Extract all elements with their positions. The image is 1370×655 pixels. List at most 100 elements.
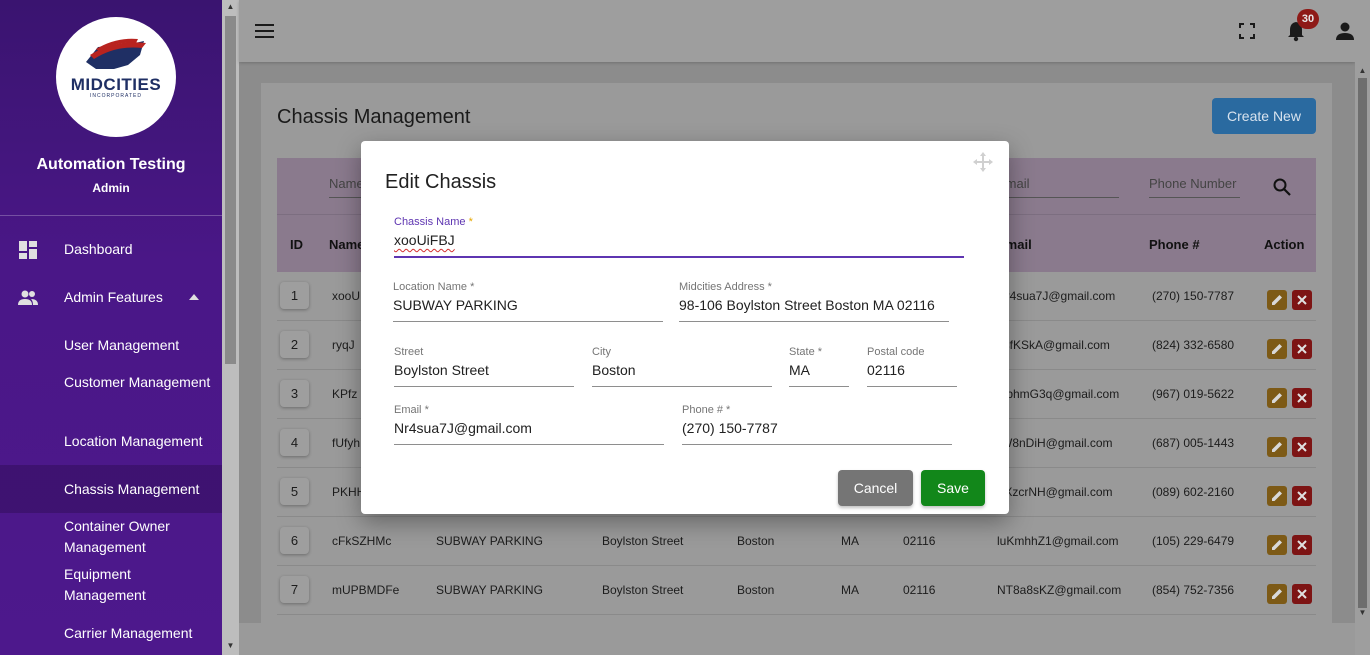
row-id[interactable]: 1 <box>280 282 309 309</box>
phone-field[interactable]: Phone # * (270) 150-7787 <box>682 404 952 445</box>
delete-button[interactable] <box>1292 339 1312 359</box>
sidebar-item-carrier-management[interactable]: Carrier Management <box>64 623 214 644</box>
sidebar-item-location-management[interactable]: Location Management <box>64 431 214 452</box>
table-row: 7 mUPBMDFe SUBWAY PARKING Boylston Street Bo… <box>277 566 1316 615</box>
cell-name: fUfyh <box>332 436 361 450</box>
scroll-thumb[interactable] <box>1358 78 1367 608</box>
cell-city: Boston <box>737 583 775 597</box>
dialog-title: Edit Chassis <box>385 171 497 193</box>
delete-button[interactable] <box>1292 584 1312 604</box>
scroll-down-arrow[interactable]: ▼ <box>1355 606 1370 620</box>
create-new-button[interactable]: Create New <box>1212 98 1316 134</box>
sidebar-item-equipment-management[interactable]: Equipment Management <box>64 564 214 606</box>
edit-button[interactable] <box>1267 339 1287 359</box>
postal-code-label: Postal code <box>867 346 925 358</box>
edit-button[interactable] <box>1267 584 1287 604</box>
required-mark: * <box>424 404 429 416</box>
midcities-address-field[interactable]: Midcities Address * 98-106 Boylston Stre… <box>679 281 949 322</box>
sidebar-item-container-owner-management[interactable]: Container Owner Management <box>64 516 214 558</box>
required-mark: * <box>470 281 475 293</box>
scroll-down-arrow[interactable]: ▼ <box>222 639 239 653</box>
row-id[interactable]: 4 <box>280 429 309 456</box>
email-filter-input[interactable]: Email <box>997 176 1119 198</box>
cell-location: SUBWAY PARKING <box>436 534 543 548</box>
chassis-name-value: xooUiFBJ <box>394 232 455 248</box>
chassis-name-label: Chassis Name <box>394 216 466 228</box>
close-icon <box>1297 344 1307 354</box>
cell-name: xooU <box>332 289 361 303</box>
email-label: Email <box>394 404 422 416</box>
phone-value: (270) 150-7787 <box>682 420 778 436</box>
caret-up-icon <box>189 294 199 300</box>
main-scrollbar[interactable]: ▲ ▼ <box>1355 0 1370 655</box>
cell-email: Nr4sua7J@gmail.com <box>997 289 1116 303</box>
close-icon <box>1297 540 1307 550</box>
header-name: Name <box>329 237 365 252</box>
search-icon[interactable] <box>1273 178 1291 196</box>
required-mark: * <box>468 216 473 228</box>
close-icon <box>1297 393 1307 403</box>
delete-button[interactable] <box>1292 290 1312 310</box>
cell-email: luKmhhZ1@gmail.com <box>997 534 1119 548</box>
menu-icon[interactable] <box>255 23 275 39</box>
cell-name: ryqJ <box>332 338 355 352</box>
street-field[interactable]: Street Boylston Street <box>394 346 574 387</box>
sidebar-item-admin-features[interactable]: Admin Features <box>0 288 222 308</box>
row-id[interactable]: 2 <box>280 331 309 358</box>
sidebar-item-customer-management[interactable]: Customer Management <box>64 372 214 393</box>
city-field[interactable]: City Boston <box>592 346 772 387</box>
edit-button[interactable] <box>1267 535 1287 555</box>
sidebar-scrollbar[interactable]: ▲ ▼ <box>222 0 239 655</box>
account-icon[interactable] <box>1335 21 1355 41</box>
sidebar-divider <box>0 215 222 216</box>
row-id[interactable]: 6 <box>280 527 309 554</box>
cell-phone: (824) 332-6580 <box>1152 338 1235 352</box>
edit-button[interactable] <box>1267 437 1287 457</box>
delete-button[interactable] <box>1292 486 1312 506</box>
people-icon <box>18 290 38 305</box>
chassis-name-field[interactable]: Chassis Name * xooUiFBJ <box>394 216 964 258</box>
delete-button[interactable] <box>1292 437 1312 457</box>
sidebar-item-user-management[interactable]: User Management <box>64 335 214 356</box>
sidebar-item-chassis-management[interactable]: Chassis Management <box>64 479 214 500</box>
top-bar <box>239 0 1355 62</box>
cancel-button[interactable]: Cancel <box>838 470 913 506</box>
pencil-icon <box>1272 295 1282 305</box>
pencil-icon <box>1272 491 1282 501</box>
sidebar-item-dashboard[interactable]: Dashboard <box>0 240 222 260</box>
scroll-up-arrow[interactable]: ▲ <box>1355 64 1370 78</box>
row-id[interactable]: 5 <box>280 478 309 505</box>
cell-phone: (270) 150-7787 <box>1152 289 1235 303</box>
cell-name: KPfz <box>332 387 358 401</box>
email-field[interactable]: Email * Nr4sua7J@gmail.com <box>394 404 664 445</box>
edit-button[interactable] <box>1267 388 1287 408</box>
phone-filter-input[interactable]: Phone Number <box>1149 176 1240 198</box>
row-id[interactable]: 3 <box>280 380 309 407</box>
required-mark: * <box>767 281 772 293</box>
cell-email: NT8a8sKZ@gmail.com <box>997 583 1122 597</box>
postal-code-value: 02116 <box>867 362 905 378</box>
scroll-up-arrow[interactable]: ▲ <box>222 0 239 14</box>
fullscreen-icon[interactable] <box>1239 23 1255 39</box>
move-icon[interactable] <box>972 151 994 173</box>
scroll-thumb[interactable] <box>225 16 236 364</box>
save-button[interactable]: Save <box>921 470 985 506</box>
postal-code-field[interactable]: Postal code 02116 <box>867 346 957 387</box>
address-label: Midcities Address <box>679 281 765 293</box>
dashboard-icon <box>19 241 37 259</box>
delete-button[interactable] <box>1292 535 1312 555</box>
required-mark: * <box>817 346 823 358</box>
edit-button[interactable] <box>1267 486 1287 506</box>
user-name: Automation Testing <box>36 156 186 173</box>
cell-phone: (967) 019-5622 <box>1152 387 1235 401</box>
edit-button[interactable] <box>1267 290 1287 310</box>
close-icon <box>1297 589 1307 599</box>
close-icon <box>1297 491 1307 501</box>
location-name-field[interactable]: Location Name * SUBWAY PARKING <box>393 281 663 322</box>
cell-location: SUBWAY PARKING <box>436 583 543 597</box>
delete-button[interactable] <box>1292 388 1312 408</box>
phone-label: Phone # <box>682 404 723 416</box>
state-field[interactable]: State * MA <box>789 346 849 387</box>
cell-email: ZXzcrNH@gmail.com <box>997 485 1113 499</box>
row-id[interactable]: 7 <box>280 576 309 603</box>
